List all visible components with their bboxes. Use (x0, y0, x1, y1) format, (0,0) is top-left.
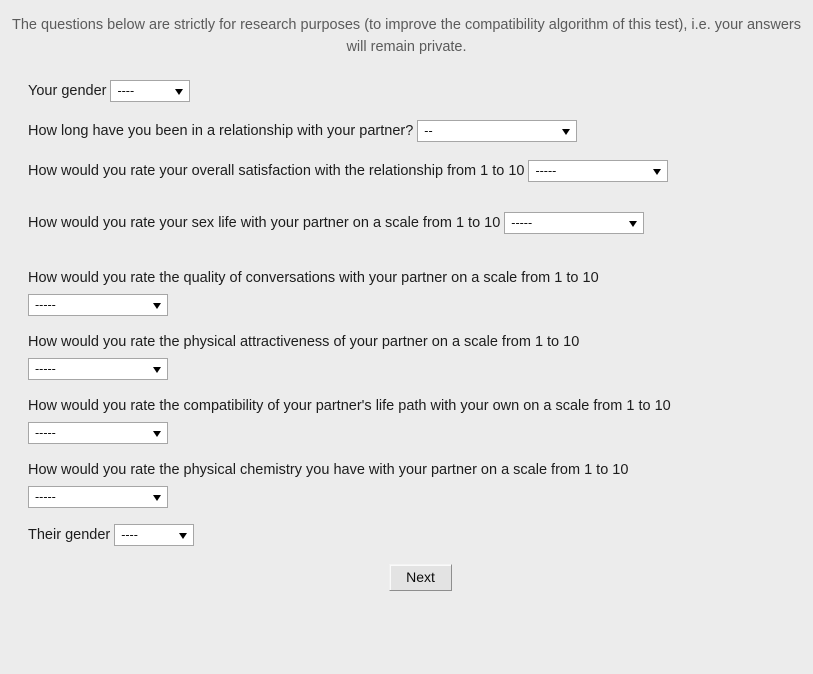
research-questions-form: Your gender ---- How long have you been i… (0, 80, 813, 591)
select-physical-attractiveness[interactable]: ----- (28, 358, 168, 380)
chevron-down-icon (653, 169, 662, 175)
question-row-their-gender: Their gender ---- (28, 524, 813, 546)
question-row-relationship-length: How long have you been in a relationship… (28, 120, 813, 142)
select-value-conversation-quality: ----- (35, 298, 56, 312)
select-your-gender[interactable]: ---- (110, 80, 191, 102)
question-label-your-gender: Your gender (28, 83, 107, 99)
chevron-down-icon (562, 129, 571, 135)
question-label-their-gender: Their gender (28, 527, 111, 543)
select-conversation-quality[interactable]: ----- (28, 294, 168, 316)
next-button[interactable]: Next (389, 564, 452, 591)
chevron-down-icon (179, 533, 188, 539)
chevron-down-icon (629, 221, 638, 227)
intro-text: The questions below are strictly for res… (12, 17, 801, 55)
select-value-life-path-compatibility: ----- (35, 426, 56, 440)
chevron-down-icon (153, 495, 161, 501)
question-row-overall-satisfaction: How would you rate your overall satisfac… (28, 160, 813, 182)
select-value-physical-attractiveness: ----- (35, 362, 56, 376)
question-row-physical-attractiveness: How would you rate the physical attracti… (28, 332, 813, 380)
select-life-path-compatibility[interactable]: ----- (28, 422, 168, 444)
chevron-down-icon (175, 89, 184, 95)
select-value-their-gender: ---- (121, 528, 138, 542)
question-label-conversation-quality: How would you rate the quality of conver… (28, 270, 599, 286)
question-row-conversation-quality: How would you rate the quality of conver… (28, 268, 813, 316)
form-footer: Next (28, 564, 813, 591)
select-value-relationship-length: -- (424, 124, 433, 138)
select-relationship-length[interactable]: -- (417, 120, 578, 142)
select-value-physical-chemistry: ----- (35, 490, 56, 504)
select-their-gender[interactable]: ---- (114, 524, 195, 546)
chevron-down-icon (153, 303, 161, 309)
question-label-overall-satisfaction: How would you rate your overall satisfac… (28, 163, 525, 179)
question-label-physical-chemistry: How would you rate the physical chemistr… (28, 462, 629, 478)
select-value-your-gender: ---- (117, 84, 135, 98)
select-physical-chemistry[interactable]: ----- (28, 486, 168, 508)
select-overall-satisfaction[interactable]: ----- (528, 160, 669, 182)
question-row-your-gender: Your gender ---- (28, 80, 813, 102)
question-row-life-path-compatibility: How would you rate the compatibility of … (28, 396, 813, 444)
select-sex-life[interactable]: ----- (504, 212, 645, 234)
chevron-down-icon (153, 431, 161, 437)
select-value-overall-satisfaction: ----- (535, 164, 557, 178)
survey-page: The questions below are strictly for res… (0, 0, 813, 674)
question-row-physical-chemistry: How would you rate the physical chemistr… (28, 460, 813, 508)
question-label-sex-life: How would you rate your sex life with yo… (28, 215, 501, 231)
question-label-relationship-length: How long have you been in a relationship… (28, 123, 414, 139)
chevron-down-icon (153, 367, 161, 373)
question-label-physical-attractiveness: How would you rate the physical attracti… (28, 334, 580, 350)
select-value-sex-life: ----- (511, 216, 533, 230)
question-row-sex-life: How would you rate your sex life with yo… (28, 212, 813, 234)
question-label-life-path-compatibility: How would you rate the compatibility of … (28, 398, 671, 414)
